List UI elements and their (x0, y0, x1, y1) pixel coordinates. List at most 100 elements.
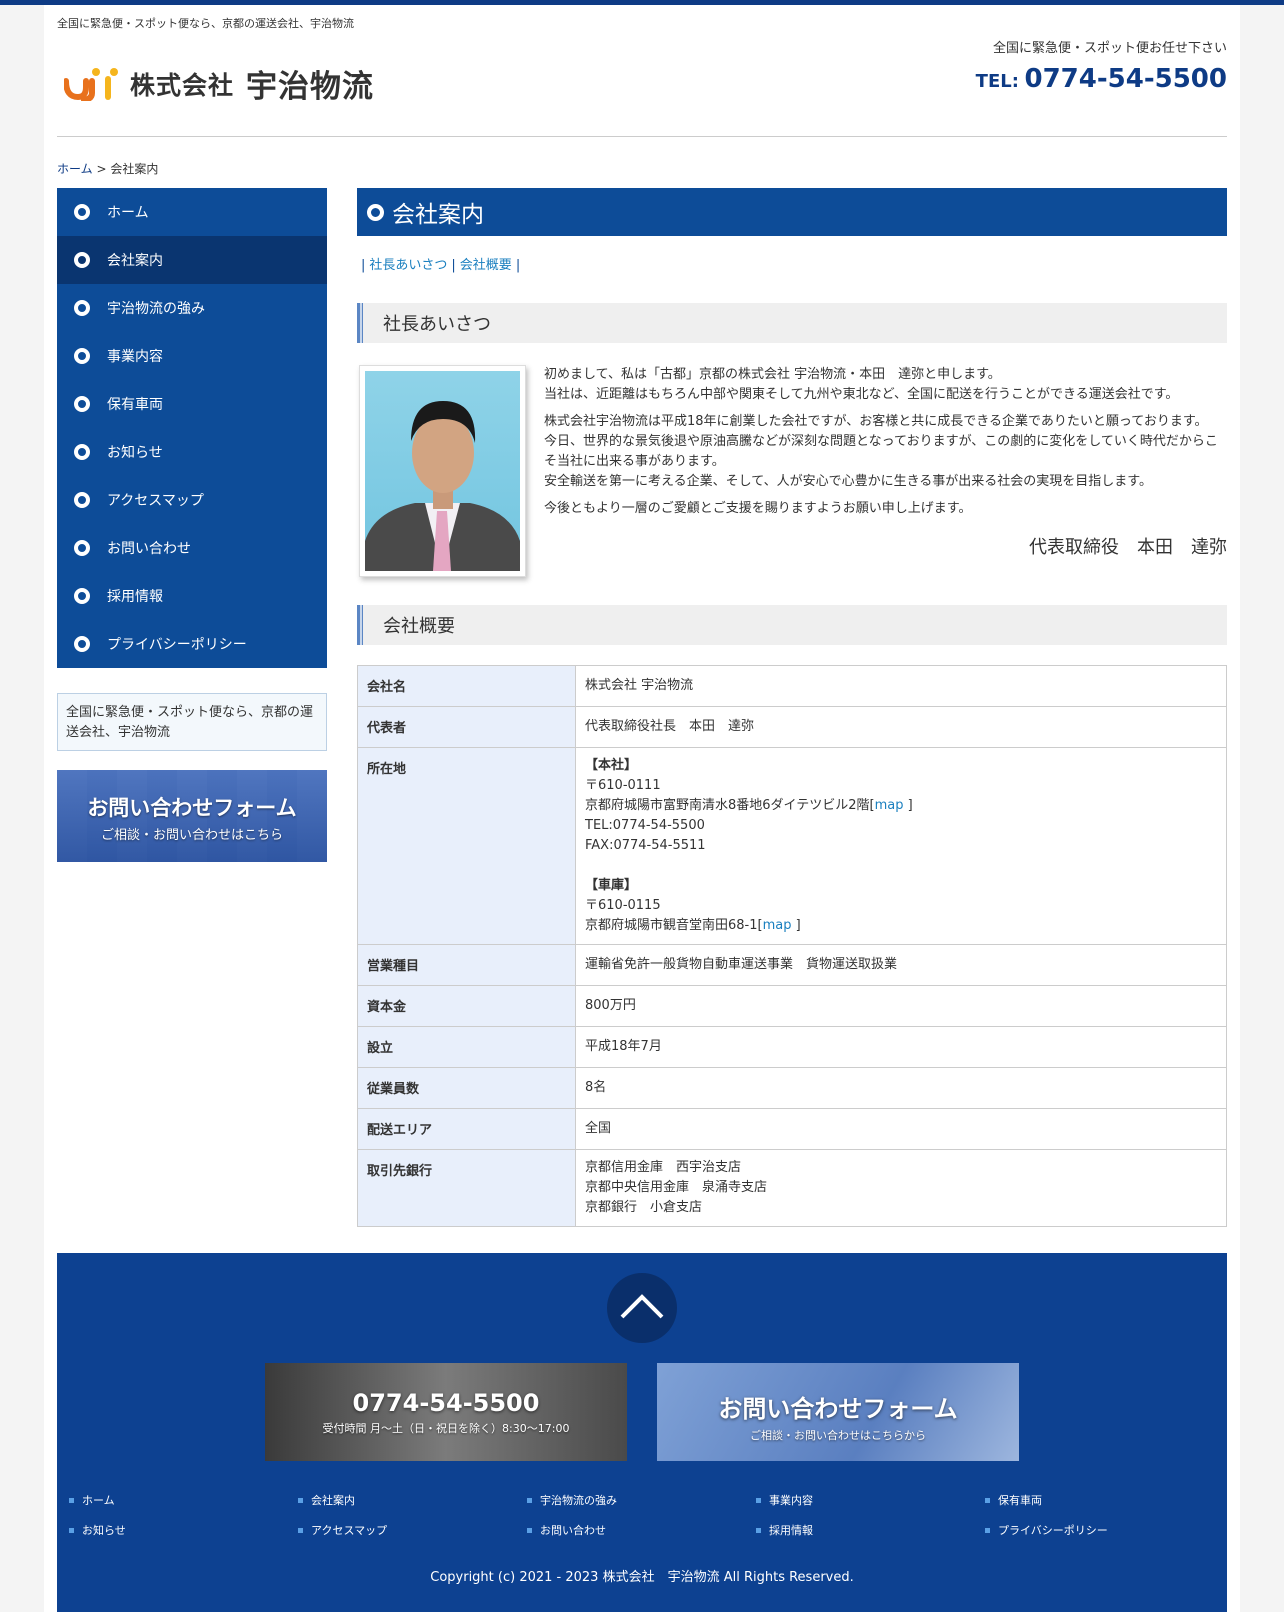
row-value: 株式会社 宇治物流 (575, 665, 1227, 707)
anchor-greeting-link[interactable]: 社長あいさつ (369, 258, 447, 273)
sidebar-item-access[interactable]: アクセスマップ (57, 476, 327, 524)
breadcrumb-home-link[interactable]: ホーム (57, 162, 93, 176)
ring-bullet-icon (74, 492, 90, 508)
sidebar-item-contact[interactable]: お問い合わせ (57, 524, 327, 572)
bank-item: 京都銀行 小倉支店 (585, 1200, 703, 1215)
sidebar-item-recruit[interactable]: 採用情報 (57, 572, 327, 620)
sidebar-item-privacy[interactable]: プライバシーポリシー (57, 620, 327, 668)
ring-bullet-icon (74, 636, 90, 652)
hq-zip: 〒610-0111 (585, 778, 661, 793)
portrait-illustration-icon (365, 401, 520, 571)
footer-link-company[interactable]: 会社案内 (298, 1492, 527, 1508)
row-label: 代表者 (357, 706, 576, 748)
footer-link-home[interactable]: ホーム (69, 1492, 298, 1508)
page-container: 全国に緊急便・スポット便なら、京都の運送会社、宇治物流 株式会社 宇治物流 全国… (44, 5, 1240, 1612)
square-bullet-icon (756, 1497, 761, 1503)
footer-link-label: 採用情報 (769, 1524, 813, 1537)
header-right-tagline: 全国に緊急便・スポット便お任せ下さい (992, 41, 1227, 56)
table-row: 配送エリア 全国 (357, 1108, 1227, 1150)
contact-form-banner[interactable]: お問い合わせフォーム ご相談・お問い合わせはこちら (57, 770, 327, 862)
row-value: 代表取締役社長 本田 達弥 (575, 706, 1227, 748)
greeting-line: 今後ともより一層のご愛顧とご支援を賜りますようお願い申し上げます。 (544, 501, 972, 516)
greeting-paragraph: 株式会社宇治物流は平成18年に創業した会社ですが、お客様と共に成長できる企業であ… (544, 412, 1227, 492)
sidebar-item-label: お問い合わせ (107, 541, 191, 557)
ring-bullet-icon (74, 396, 90, 412)
tel-number[interactable]: 0774-54-5500 (1025, 64, 1228, 94)
sidebar-item-home[interactable]: ホーム (57, 188, 327, 236)
anchor-separator: | (451, 258, 456, 273)
row-label: 会社名 (357, 665, 576, 707)
ring-bullet-icon (74, 252, 90, 268)
row-label: 配送エリア (357, 1108, 576, 1150)
footer-link-business[interactable]: 事業内容 (756, 1492, 985, 1508)
ring-bullet-icon (367, 203, 384, 221)
footer-phone-banner[interactable]: 0774-54-5500 受付時間 月〜土（日・祝日を除く）8:30〜17:00 (265, 1363, 627, 1461)
tel-label: TEL: (975, 71, 1019, 92)
sidebar-item-strengths[interactable]: 宇治物流の強み (57, 284, 327, 332)
row-label: 従業員数 (357, 1067, 576, 1109)
footer-link-contact[interactable]: お問い合わせ (527, 1522, 756, 1538)
footer-tel-number: 0774-54-5500 (352, 1389, 540, 1417)
footer-nav-row: ホーム 会社案内 宇治物流の強み 事業内容 保有車両 (69, 1485, 1219, 1515)
footer-link-label: アクセスマップ (311, 1524, 388, 1537)
sidebar-item-label: 保有車両 (107, 397, 163, 413)
sidebar-item-label: 事業内容 (107, 349, 163, 365)
footer-link-privacy[interactable]: プライバシーポリシー (985, 1522, 1214, 1538)
greeting-line: 今日、世界的な景気後退や原油高騰などが深刻な問題となっておりますが、この劇的に変… (544, 434, 1218, 469)
hq-map-link[interactable]: map (875, 798, 904, 813)
sidebar-nav: ホーム 会社案内 宇治物流の強み 事業内容 保有車両 お知らせ アクセスマップ … (57, 188, 327, 668)
breadcrumb-separator: > (92, 162, 111, 176)
header-phone[interactable]: TEL: 0774-54-5500 (976, 64, 1227, 94)
table-row: 資本金 800万円 (357, 985, 1227, 1027)
footer-link-access[interactable]: アクセスマップ (298, 1522, 527, 1538)
sidebar-item-business[interactable]: 事業内容 (57, 332, 327, 380)
sidebar-item-company[interactable]: 会社案内 (57, 236, 327, 284)
greeting-text: 初めまして、私は「古都」京都の株式会社 宇治物流・本田 達弥と申します。 当社は… (544, 365, 1227, 526)
footer-link-vehicles[interactable]: 保有車両 (985, 1492, 1214, 1508)
anchor-overview-link[interactable]: 会社概要 (460, 258, 512, 273)
row-label: 所在地 (357, 747, 576, 945)
hq-fax: FAX:0774-54-5511 (585, 838, 706, 853)
sidebar-item-label: 採用情報 (107, 589, 163, 605)
footer-link-recruit[interactable]: 採用情報 (756, 1522, 985, 1538)
footer-link-strengths[interactable]: 宇治物流の強み (527, 1492, 756, 1508)
header-divider (57, 136, 1227, 137)
bracket-close: ] (903, 798, 913, 813)
ring-bullet-icon (74, 204, 90, 220)
table-row: 営業種目 運輸省免許一般貨物自動車運送事業 貨物運送取扱業 (357, 944, 1227, 986)
breadcrumb: ホーム > 会社案内 (57, 160, 158, 177)
ring-bullet-icon (74, 444, 90, 460)
sidebar-item-vehicles[interactable]: 保有車両 (57, 380, 327, 428)
bracket-close: ] (791, 918, 801, 933)
sidebar-item-label: アクセスマップ (107, 493, 204, 509)
sidebar-item-label: お知らせ (107, 445, 163, 461)
overview-heading: 会社概要 (357, 605, 1227, 645)
header-tagline: 全国に緊急便・スポット便なら、京都の運送会社、宇治物流 (57, 17, 354, 30)
row-label: 営業種目 (357, 944, 576, 986)
table-row: 所在地 【本社】 〒610-0111 京都府城陽市富野南清水8番地6ダイテツビル… (357, 747, 1227, 945)
sidebar-item-news[interactable]: お知らせ (57, 428, 327, 476)
footer-form-banner[interactable]: お問い合わせフォーム ご相談・お問い合わせはこちらから (657, 1363, 1019, 1461)
row-label: 資本金 (357, 985, 576, 1027)
greeting-line: 当社は、近距離はもちろん中部や関東そして九州や東北など、全国に配送を行うことがで… (544, 387, 1179, 402)
hq-tel: TEL:0774-54-5500 (585, 818, 705, 833)
anchor-separator: | (361, 258, 366, 273)
address-cell: 【本社】 〒610-0111 京都府城陽市富野南清水8番地6ダイテツビル2階[m… (575, 747, 1227, 945)
sidebar-item-label: プライバシーポリシー (107, 637, 247, 653)
row-value: 平成18年7月 (575, 1026, 1227, 1068)
row-label: 設立 (357, 1026, 576, 1068)
footer-link-label: 宇治物流の強み (540, 1494, 617, 1507)
garage-map-link[interactable]: map (763, 918, 792, 933)
footer-link-news[interactable]: お知らせ (69, 1522, 298, 1538)
footer-nav-row: お知らせ アクセスマップ お問い合わせ 採用情報 プライバシーポリシー (69, 1515, 1219, 1545)
logo-company-name: 宇治物流 (246, 69, 375, 105)
square-bullet-icon (527, 1497, 532, 1503)
back-to-top-button[interactable] (607, 1273, 677, 1343)
site-logo[interactable]: 株式会社 宇治物流 (64, 61, 374, 106)
logo-company-kind: 株式会社 (130, 70, 235, 100)
table-row: 設立 平成18年7月 (357, 1026, 1227, 1068)
banks-cell: 京都信用金庫 西宇治支店 京都中央信用金庫 泉涌寺支店 京都銀行 小倉支店 (575, 1149, 1227, 1227)
main-content: 会社案内 | 社長あいさつ | 会社概要 | 社長あいさつ 初めまして、私は「古… (357, 188, 1227, 1227)
president-portrait-image (365, 371, 520, 571)
row-value: 800万円 (575, 985, 1227, 1027)
